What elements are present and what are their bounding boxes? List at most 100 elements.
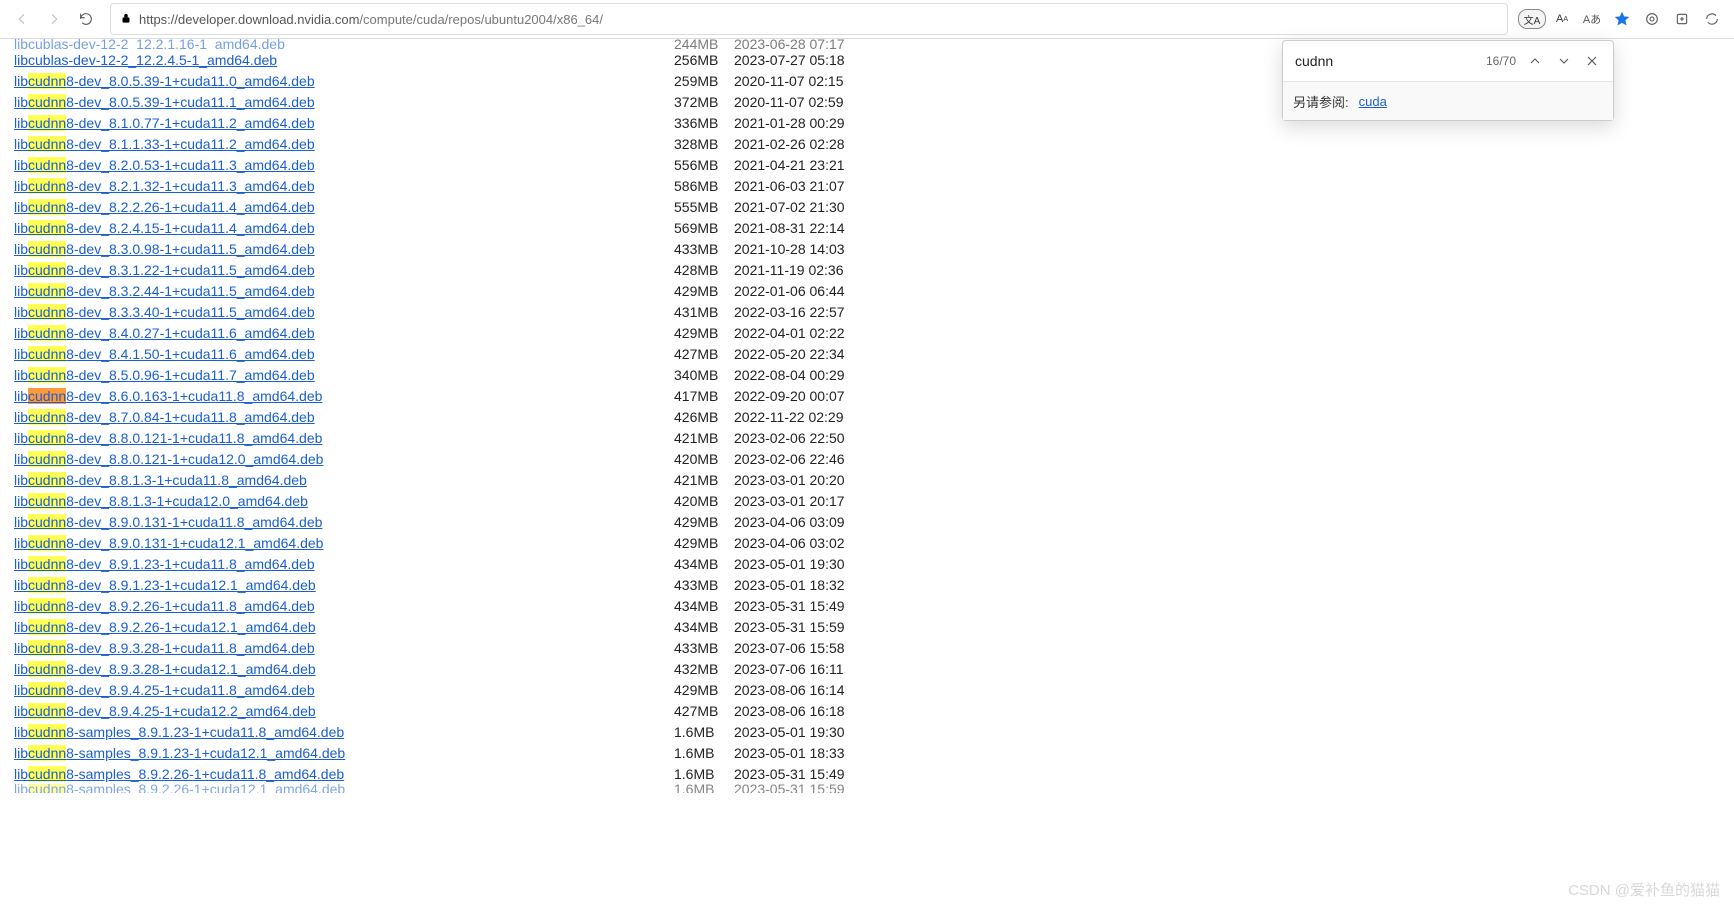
file-size: 336MB xyxy=(674,115,734,131)
file-link[interactable]: libcublas-dev-12-2_12.2.1.16-1_amd64.deb xyxy=(14,39,285,49)
file-link[interactable]: libcudnn8-dev_8.8.1.3-1+cuda12.0_amd64.d… xyxy=(14,493,308,509)
table-row: libcudnn8-dev_8.4.1.50-1+cuda11.6_amd64.… xyxy=(14,343,1734,364)
file-link[interactable]: libcudnn8-dev_8.1.1.33-1+cuda11.2_amd64.… xyxy=(14,136,315,152)
table-row: libcudnn8-dev_8.2.2.26-1+cuda11.4_amd64.… xyxy=(14,196,1734,217)
table-row: libcudnn8-dev_8.5.0.96-1+cuda11.7_amd64.… xyxy=(14,364,1734,385)
find-prev-button[interactable] xyxy=(1524,47,1545,75)
file-size: 244MB xyxy=(674,39,734,49)
file-link[interactable]: libcudnn8-dev_8.4.0.27-1+cuda11.6_amd64.… xyxy=(14,325,315,341)
file-link[interactable]: libcudnn8-samples_8.9.1.23-1+cuda12.1_am… xyxy=(14,745,345,761)
file-size: 434MB xyxy=(674,619,734,635)
file-link[interactable]: libcudnn8-dev_8.3.3.40-1+cuda11.5_amd64.… xyxy=(14,304,315,320)
table-row: libcudnn8-dev_8.1.1.33-1+cuda11.2_amd64.… xyxy=(14,133,1734,154)
file-link[interactable]: libcudnn8-dev_8.9.1.23-1+cuda12.1_amd64.… xyxy=(14,577,316,593)
file-link[interactable]: libcudnn8-dev_8.0.5.39-1+cuda11.0_amd64.… xyxy=(14,73,315,89)
file-size: 1.6MB xyxy=(674,745,734,761)
collections-button[interactable] xyxy=(1668,5,1696,33)
reading-mode-icon[interactable]: Aあ xyxy=(1578,5,1606,33)
extensions-button[interactable] xyxy=(1638,5,1666,33)
address-bar[interactable]: https://developer.download.nvidia.com/co… xyxy=(110,3,1508,35)
file-date: 2023-04-06 03:02 xyxy=(734,535,894,551)
file-link[interactable]: libcudnn8-dev_8.7.0.84-1+cuda11.8_amd64.… xyxy=(14,409,315,425)
favorite-button[interactable] xyxy=(1608,5,1636,33)
table-row: libcudnn8-dev_8.3.2.44-1+cuda11.5_amd64.… xyxy=(14,280,1734,301)
file-date: 2023-07-27 05:18 xyxy=(734,52,894,68)
file-date: 2023-07-06 16:11 xyxy=(734,661,894,677)
file-size: 429MB xyxy=(674,325,734,341)
file-link[interactable]: libcudnn8-dev_8.9.0.131-1+cuda11.8_amd64… xyxy=(14,514,322,530)
file-link[interactable]: libcudnn8-dev_8.9.2.26-1+cuda11.8_amd64.… xyxy=(14,598,315,614)
file-date: 2022-05-20 22:34 xyxy=(734,346,894,362)
file-date: 2023-05-31 15:49 xyxy=(734,766,894,782)
file-link[interactable]: libcudnn8-dev_8.8.0.121-1+cuda12.0_amd64… xyxy=(14,451,323,467)
sync-button[interactable] xyxy=(1698,5,1726,33)
file-size: 433MB xyxy=(674,577,734,593)
file-link[interactable]: libcudnn8-dev_8.9.3.28-1+cuda11.8_amd64.… xyxy=(14,640,315,656)
file-date: 2022-11-22 02:29 xyxy=(734,409,894,425)
table-row: libcudnn8-samples_8.9.2.26-1+cuda12.1_am… xyxy=(14,784,1734,793)
file-size: 556MB xyxy=(674,157,734,173)
find-close-button[interactable] xyxy=(1582,47,1603,75)
file-link[interactable]: libcudnn8-dev_8.9.4.25-1+cuda12.2_amd64.… xyxy=(14,703,316,719)
file-size: 256MB xyxy=(674,52,734,68)
file-link[interactable]: libcudnn8-samples_8.9.1.23-1+cuda11.8_am… xyxy=(14,724,344,740)
file-size: 429MB xyxy=(674,535,734,551)
file-date: 2023-05-01 19:30 xyxy=(734,724,894,740)
table-row: libcudnn8-dev_8.9.3.28-1+cuda11.8_amd64.… xyxy=(14,637,1734,658)
file-link[interactable]: libcudnn8-dev_8.9.3.28-1+cuda12.1_amd64.… xyxy=(14,661,316,677)
file-link[interactable]: libcudnn8-dev_8.9.0.131-1+cuda12.1_amd64… xyxy=(14,535,323,551)
file-size: 432MB xyxy=(674,661,734,677)
find-suggestion-row: 另请参阅: cuda xyxy=(1283,82,1613,120)
back-button[interactable] xyxy=(8,5,36,33)
table-row: libcudnn8-dev_8.6.0.163-1+cuda11.8_amd64… xyxy=(14,385,1734,406)
file-size: 433MB xyxy=(674,640,734,656)
file-date: 2022-04-01 02:22 xyxy=(734,325,894,341)
file-date: 2022-09-20 00:07 xyxy=(734,388,894,404)
file-date: 2021-06-03 21:07 xyxy=(734,178,894,194)
file-size: 417MB xyxy=(674,388,734,404)
file-link[interactable]: libcudnn8-dev_8.2.4.15-1+cuda11.4_amd64.… xyxy=(14,220,315,236)
file-size: 420MB xyxy=(674,493,734,509)
file-link[interactable]: libcudnn8-dev_8.8.1.3-1+cuda11.8_amd64.d… xyxy=(14,472,307,488)
file-date: 2023-05-31 15:49 xyxy=(734,598,894,614)
refresh-button[interactable] xyxy=(72,5,100,33)
table-row: libcudnn8-dev_8.2.1.32-1+cuda11.3_amd64.… xyxy=(14,175,1734,196)
file-link[interactable]: libcudnn8-dev_8.9.4.25-1+cuda11.8_amd64.… xyxy=(14,682,315,698)
table-row: libcudnn8-dev_8.4.0.27-1+cuda11.6_amd64.… xyxy=(14,322,1734,343)
table-row: libcudnn8-samples_8.9.1.23-1+cuda11.8_am… xyxy=(14,721,1734,742)
table-row: libcudnn8-dev_8.3.0.98-1+cuda11.5_amd64.… xyxy=(14,238,1734,259)
file-date: 2023-06-28 07:17 xyxy=(734,39,894,49)
table-row: libcudnn8-dev_8.9.1.23-1+cuda11.8_amd64.… xyxy=(14,553,1734,574)
file-link[interactable]: libcudnn8-dev_8.6.0.163-1+cuda11.8_amd64… xyxy=(14,388,322,404)
translate-icon[interactable]: 文A xyxy=(1518,5,1546,33)
file-link[interactable]: libcudnn8-dev_8.3.1.22-1+cuda11.5_amd64.… xyxy=(14,262,315,278)
table-row: libcudnn8-dev_8.8.1.3-1+cuda12.0_amd64.d… xyxy=(14,490,1734,511)
file-date: 2023-03-01 20:17 xyxy=(734,493,894,509)
file-size: 420MB xyxy=(674,451,734,467)
file-link[interactable]: libcudnn8-dev_8.9.1.23-1+cuda11.8_amd64.… xyxy=(14,556,315,572)
find-suggestion-link[interactable]: cuda xyxy=(1359,94,1387,109)
text-size-icon[interactable]: AA xyxy=(1548,5,1576,33)
file-link[interactable]: libcudnn8-dev_8.2.0.53-1+cuda11.3_amd64.… xyxy=(14,157,315,173)
forward-button[interactable] xyxy=(40,5,68,33)
table-row: libcudnn8-dev_8.9.2.26-1+cuda12.1_amd64.… xyxy=(14,616,1734,637)
file-link[interactable]: libcublas-dev-12-2_12.2.4.5-1_amd64.deb xyxy=(14,52,277,68)
file-link[interactable]: libcudnn8-dev_8.2.1.32-1+cuda11.3_amd64.… xyxy=(14,178,315,194)
file-link[interactable]: libcudnn8-dev_8.1.0.77-1+cuda11.2_amd64.… xyxy=(14,115,315,131)
file-link[interactable]: libcudnn8-dev_8.3.0.98-1+cuda11.5_amd64.… xyxy=(14,241,315,257)
file-link[interactable]: libcudnn8-dev_8.0.5.39-1+cuda11.1_amd64.… xyxy=(14,94,315,110)
file-link[interactable]: libcudnn8-dev_8.4.1.50-1+cuda11.6_amd64.… xyxy=(14,346,315,362)
find-next-button[interactable] xyxy=(1553,47,1574,75)
file-link[interactable]: libcudnn8-samples_8.9.2.26-1+cuda12.1_am… xyxy=(14,784,345,793)
file-link[interactable]: libcudnn8-dev_8.5.0.96-1+cuda11.7_amd64.… xyxy=(14,367,315,383)
file-date: 2023-04-06 03:09 xyxy=(734,514,894,530)
file-link[interactable]: libcudnn8-dev_8.8.0.121-1+cuda11.8_amd64… xyxy=(14,430,322,446)
file-date: 2021-11-19 02:36 xyxy=(734,262,894,278)
file-date: 2023-03-01 20:20 xyxy=(734,472,894,488)
file-link[interactable]: libcudnn8-dev_8.2.2.26-1+cuda11.4_amd64.… xyxy=(14,199,315,215)
find-input[interactable] xyxy=(1293,52,1478,70)
file-link[interactable]: libcudnn8-dev_8.9.2.26-1+cuda12.1_amd64.… xyxy=(14,619,316,635)
file-date: 2021-04-21 23:21 xyxy=(734,157,894,173)
file-link[interactable]: libcudnn8-samples_8.9.2.26-1+cuda11.8_am… xyxy=(14,766,344,782)
file-link[interactable]: libcudnn8-dev_8.3.2.44-1+cuda11.5_amd64.… xyxy=(14,283,315,299)
